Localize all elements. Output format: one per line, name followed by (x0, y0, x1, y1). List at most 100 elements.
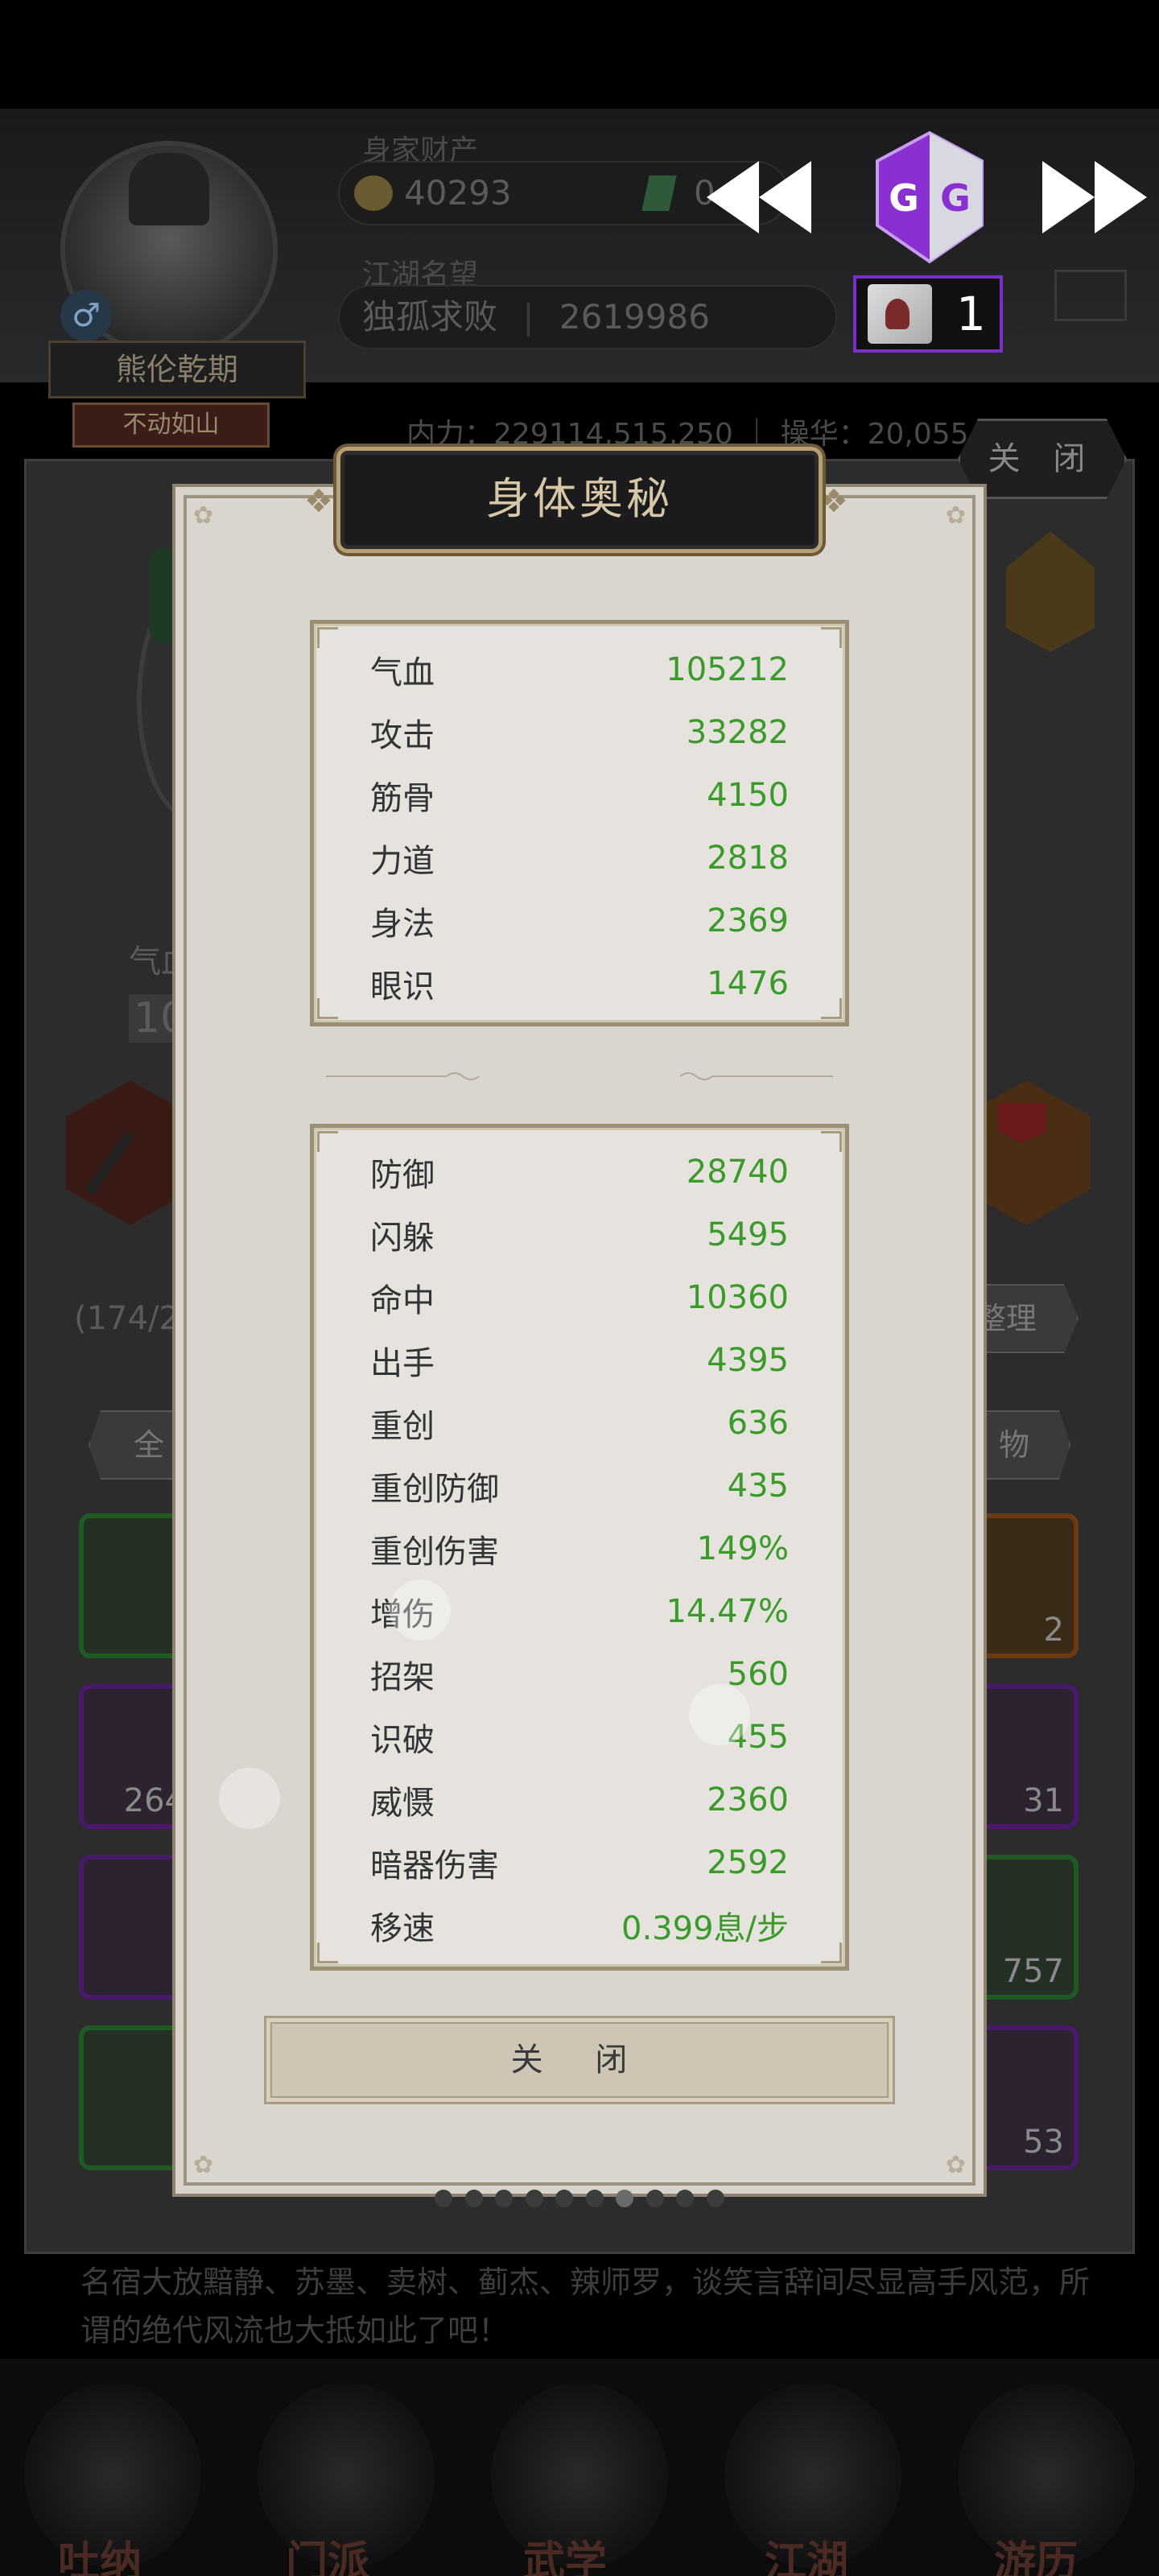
fast-forward-icon[interactable] (1042, 161, 1147, 233)
inventory-slot[interactable]: 757 (958, 1855, 1079, 2000)
stat-row-move-speed: 移速 0.399息/步 (370, 1901, 789, 1950)
stat-value: 1476 (707, 965, 789, 1002)
stat-label: 招架 (370, 1659, 435, 1696)
stat-value: 28740 (686, 1154, 789, 1191)
stat-label: 识破 (370, 1722, 435, 1759)
nav-label: 吐纳 (58, 2538, 142, 2576)
stat-row-accuracy: 命中 10360 (370, 1274, 789, 1322)
item-count: 757 (1002, 1953, 1064, 1990)
coin-icon (354, 175, 393, 211)
page-dot (676, 2190, 695, 2207)
close-button[interactable]: 关 闭 (264, 2016, 895, 2104)
corner-ornament: ✿ (193, 2151, 214, 2179)
nav-label: 武学 (523, 2538, 608, 2576)
mail-icon[interactable] (1054, 270, 1127, 321)
jade-ornament (149, 547, 181, 644)
stat-row-initiative: 出手 4395 (370, 1336, 789, 1385)
page-dot (585, 2190, 604, 2207)
stat-label: 力道 (370, 843, 435, 880)
stat-row-critical-defense: 重创防御 435 (370, 1462, 789, 1510)
inventory-slot[interactable] (79, 1855, 200, 2000)
page-dot (464, 2190, 483, 2207)
page-indicator (435, 2190, 724, 2214)
inventory-slot[interactable]: 53 (958, 2025, 1079, 2170)
gem-icon (641, 175, 677, 211)
stat-label: 气血 (370, 654, 435, 691)
stat-row-hidden-weapon-damage: 暗器伤害 2592 (370, 1839, 789, 1887)
stat-row-critical-damage: 重创伤害 149% (370, 1525, 789, 1573)
page-dot (525, 2190, 543, 2207)
inventory-slot[interactable]: 264 (79, 1684, 200, 1829)
stat-label: 重创伤害 (370, 1534, 499, 1571)
nav-label: 游历 (994, 2538, 1079, 2576)
stat-value: 0.399息/步 (621, 1910, 789, 1947)
stat-label: 暗器伤害 (370, 1847, 499, 1885)
background-close-button[interactable]: 关 闭 (958, 419, 1127, 499)
stat-label: 防御 (370, 1157, 435, 1194)
stat-value: 435 (727, 1468, 789, 1505)
stat-label: 重创 (370, 1408, 435, 1445)
secondary-stats-box: 防御 28740 闪躲 5495 命中 10360 出手 4395 重创 636… (310, 1124, 849, 1971)
item-count: 53 (1023, 2124, 1064, 2161)
primary-stats-box: 气血 105212 攻击 33282 筋骨 4150 力道 2818 身法 23… (310, 620, 849, 1026)
stat-value: 2360 (707, 1781, 789, 1818)
svg-text:G: G (940, 176, 971, 220)
character-description: 名宿大放黯静、苏墨、卖树、蓟杰、辣师罗，谈笑言辞间尽显高手风范，所谓的绝代风流也… (80, 2264, 1091, 2348)
stat-label: 身法 (370, 906, 435, 943)
stat-row-defense: 防御 28740 (370, 1148, 789, 1196)
stat-value: 2369 (707, 902, 789, 939)
inventory-count: (174/24 (74, 1300, 200, 1337)
inventory-slot[interactable] (79, 2025, 200, 2170)
page-dot (555, 2190, 574, 2207)
stat-value: 10360 (686, 1279, 789, 1316)
stat-label: 威慑 (370, 1785, 435, 1822)
stat-value: 33282 (686, 714, 789, 751)
stat-label: 攻击 (370, 717, 435, 754)
process-count: 1 (956, 287, 986, 341)
page-dot (435, 2190, 452, 2207)
stat-value: 4150 (707, 777, 789, 814)
process-selector[interactable]: 1 (853, 275, 1003, 353)
title-wing-right: ❖ (819, 483, 848, 520)
page-dot (495, 2190, 514, 2207)
inventory-slot[interactable]: 31 (958, 1684, 1079, 1829)
inventory-slot[interactable] (79, 1513, 200, 1658)
section-divider (326, 1072, 833, 1080)
player-title: 不动如山 (72, 402, 270, 448)
stat-row-critical: 重创 636 (370, 1399, 789, 1447)
fame-title: 独孤求败 (362, 297, 498, 336)
dialog-title: 身体奥秘 (336, 447, 823, 553)
coins-value: 40293 (404, 173, 512, 213)
item-count: 31 (1023, 1782, 1064, 1819)
stat-row-dodge: 闪躲 5495 (370, 1211, 789, 1259)
touch-indicator (390, 1579, 451, 1641)
svg-text:G: G (889, 176, 919, 220)
status-bar (0, 0, 1159, 109)
stat-value: 636 (727, 1405, 789, 1442)
stat-label: 闪躲 (370, 1220, 435, 1257)
stat-label: 移速 (370, 1910, 435, 1947)
rewind-icon[interactable] (707, 161, 811, 233)
stat-value: 149% (696, 1530, 789, 1567)
nav-label: 江湖 (765, 2538, 849, 2576)
inventory-slot[interactable]: 2 (958, 1513, 1079, 1658)
stat-label: 出手 (370, 1345, 435, 1382)
stat-value: 2592 (707, 1844, 789, 1881)
touch-indicator (219, 1768, 280, 1829)
stat-value: 14.47% (666, 1593, 789, 1630)
hp-value-partial: 10 (129, 994, 192, 1042)
touch-indicator (689, 1684, 750, 1745)
corner-ornament: ✿ (193, 502, 214, 530)
gg-logo-icon[interactable]: G G (873, 129, 986, 266)
stat-label: 眼识 (370, 968, 435, 1005)
fame-value: 2619986 (559, 297, 710, 336)
corner-ornament: ✿ (945, 2151, 966, 2179)
stat-row-perception: 眼识 1476 (370, 960, 789, 1008)
stat-label: 命中 (370, 1282, 435, 1319)
stat-row-agility: 身法 2369 (370, 897, 789, 945)
stat-value: 105212 (666, 651, 789, 688)
stat-value: 4395 (707, 1342, 789, 1379)
stat-value: 5495 (707, 1216, 789, 1253)
stat-row-constitution: 筋骨 4150 (370, 771, 789, 819)
stat-row-attack: 攻击 33282 (370, 708, 789, 757)
